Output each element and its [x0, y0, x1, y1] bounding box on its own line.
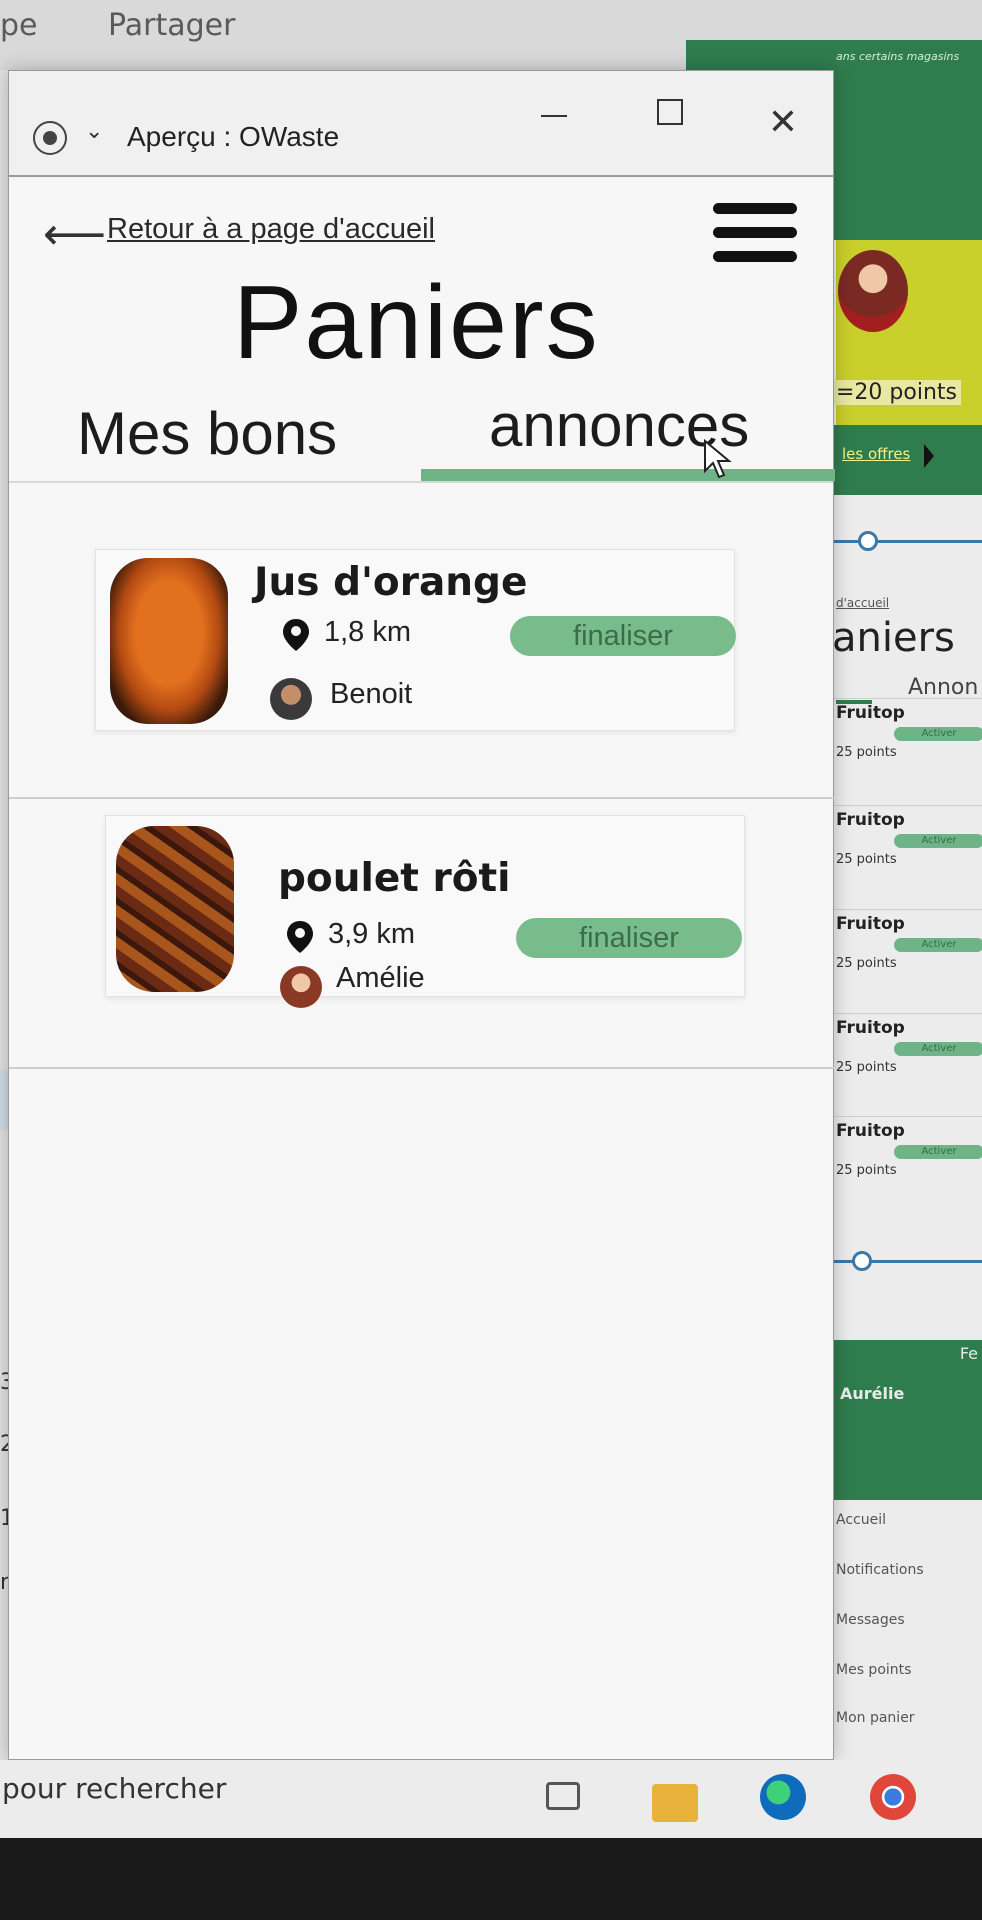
avatar [280, 966, 322, 1008]
listing-user: Benoit [330, 678, 413, 710]
taskbar-strip: pour rechercher [0, 1760, 982, 1838]
share-menu-item[interactable]: Partager [108, 8, 235, 43]
minimize-icon[interactable] [541, 115, 567, 117]
location-pin-icon [283, 619, 309, 651]
location-pin-icon [287, 921, 313, 953]
window-titlebar: ⌄ Aperçu : OWaste ✕ [9, 71, 833, 177]
arrow-left-icon[interactable]: ⟵ [43, 213, 106, 257]
row-divider [9, 1067, 835, 1069]
item-name: Fruitop [836, 1018, 905, 1038]
back-to-home-link[interactable]: Retour à a page d'accueil [107, 213, 435, 246]
folder-icon[interactable] [652, 1784, 698, 1822]
chevron-down-icon[interactable]: ⌄ [85, 119, 103, 144]
task-view-icon[interactable] [546, 1782, 580, 1810]
list-item: Fruitop Activer 25 points [832, 1013, 982, 1117]
listing-user: Amélie [336, 962, 425, 994]
item-name: Fruitop [836, 1121, 905, 1141]
finalize-button[interactable]: finaliser [510, 616, 736, 656]
close-icon[interactable]: ✕ [743, 83, 823, 163]
item-points: 25 points [836, 852, 897, 867]
activate-button[interactable]: Activer [894, 938, 982, 952]
list-item: Fruitop Activer 25 points [832, 1116, 982, 1220]
list-item: Fruitop Activer 25 points [832, 698, 982, 802]
slider-track[interactable] [832, 540, 982, 543]
record-icon[interactable] [33, 121, 67, 155]
secondary-back-link[interactable]: d'accueil [836, 596, 889, 610]
maximize-icon[interactable] [657, 99, 683, 125]
menu-item-mon-panier[interactable]: Mon panier [836, 1710, 915, 1726]
finalize-button[interactable]: finaliser [516, 918, 742, 958]
menu-item-notifications[interactable]: Notifications [836, 1562, 924, 1578]
secondary-header-text: ans certains magasins [836, 50, 960, 63]
listing-distance: 1,8 km [324, 616, 412, 648]
list-item: Fruitop Activer 25 points [832, 909, 982, 1013]
mouse-cursor-icon [704, 439, 732, 479]
item-name: Fruitop [836, 914, 905, 934]
slider-knob[interactable] [858, 531, 878, 551]
secondary-tab-annonces[interactable]: Annon [908, 675, 978, 700]
listing-card[interactable]: Jus d'orange 1,8 km finaliser Benoit [95, 549, 736, 731]
hamburger-menu-icon[interactable] [713, 203, 797, 265]
listing-name: poulet rôti [278, 856, 511, 901]
item-name: Fruitop [836, 810, 905, 830]
window-title: Aperçu : OWaste [127, 121, 340, 152]
avatar [270, 678, 312, 720]
offers-link[interactable]: les offres [842, 445, 910, 463]
activate-button[interactable]: Activer [894, 1145, 982, 1159]
listing-distance: 3,9 km [328, 918, 416, 950]
item-points: 25 points [836, 956, 897, 971]
row-divider [9, 797, 835, 799]
secondary-page-title: aniers [832, 615, 955, 661]
activate-button[interactable]: Activer [894, 834, 982, 848]
list-item: Fruitop Activer 25 points [832, 805, 982, 909]
activate-button[interactable]: Activer [894, 727, 982, 741]
item-points: 25 points [836, 745, 897, 760]
taskbar-search-input[interactable]: pour rechercher [2, 1772, 226, 1805]
item-name: Fruitop [836, 703, 905, 723]
menu-item-mes-points[interactable]: Mes points [836, 1662, 911, 1678]
listing-card[interactable]: poulet rôti 3,9 km finaliser Amélie [105, 815, 745, 1008]
product-image [110, 558, 228, 724]
taskbar: pour rechercher [0, 1760, 982, 1920]
preview-window: ⌄ Aperçu : OWaste ✕ ⟵ Retour à a page d'… [8, 70, 835, 1760]
menu-item-accueil[interactable]: Accueil [836, 1512, 886, 1528]
page-title: Paniers [233, 265, 600, 381]
active-tab-indicator [421, 469, 835, 481]
slider-knob[interactable] [852, 1251, 872, 1271]
tab-mes-bons[interactable]: Mes bons [77, 399, 337, 468]
avatar [838, 250, 908, 332]
secondary-footer: Fe Aurélie [832, 1340, 982, 1500]
item-points: 25 points [836, 1163, 897, 1178]
chrome-icon[interactable] [870, 1774, 916, 1820]
app-content: ⟵ Retour à a page d'accueil Paniers Mes … [9, 179, 835, 1759]
listing-name: Jus d'orange [254, 560, 528, 605]
tabs-divider [9, 481, 833, 483]
item-points: 25 points [836, 1060, 897, 1075]
edge-icon[interactable] [760, 1774, 806, 1820]
points-value: =20 points [832, 380, 961, 405]
footer-fragment: Fe [959, 1344, 978, 1363]
activate-button[interactable]: Activer [894, 1042, 982, 1056]
product-image [116, 826, 234, 992]
menubar-fragment: pe [0, 8, 38, 43]
footer-username: Aurélie [840, 1384, 905, 1403]
menu-item-messages[interactable]: Messages [836, 1612, 905, 1628]
play-arrow-icon[interactable] [924, 444, 934, 468]
